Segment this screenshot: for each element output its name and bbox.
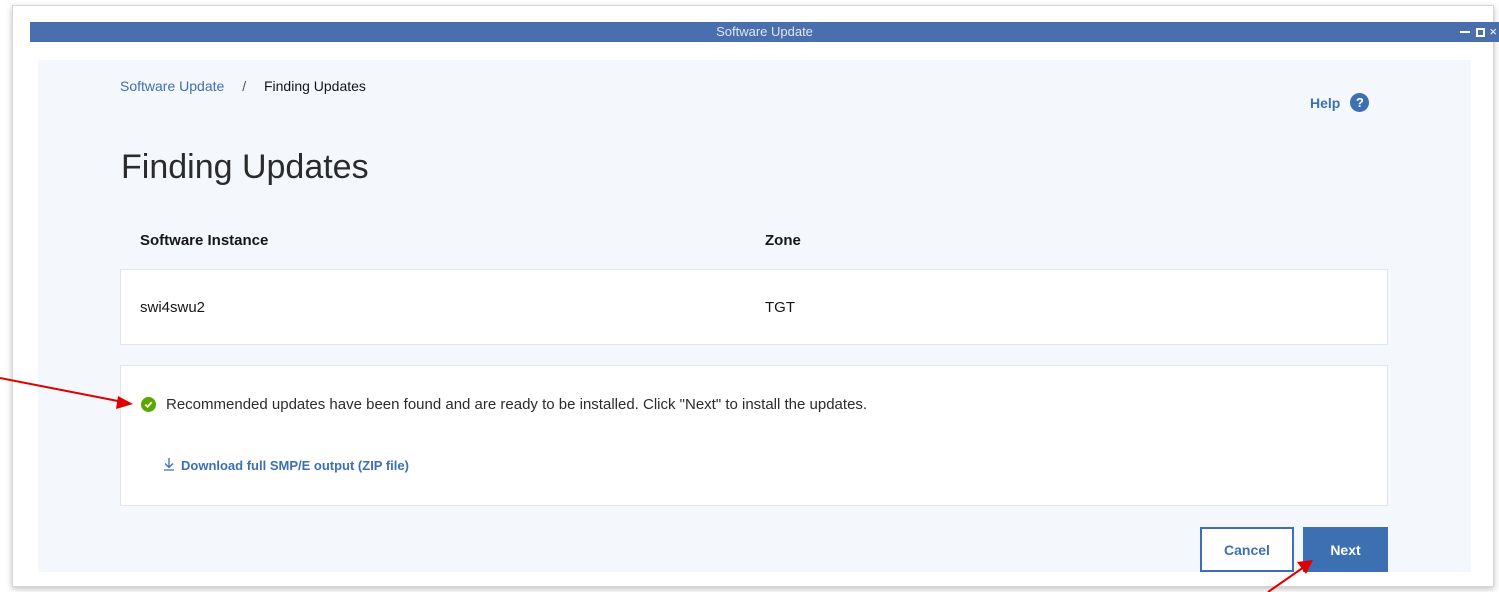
annotation-arrow-status (0, 377, 124, 403)
annotation-arrow-next (1267, 566, 1305, 592)
annotation-arrowhead-next (1297, 560, 1313, 574)
annotation-arrows (0, 377, 1313, 592)
annotation-arrowhead-status (116, 396, 133, 409)
